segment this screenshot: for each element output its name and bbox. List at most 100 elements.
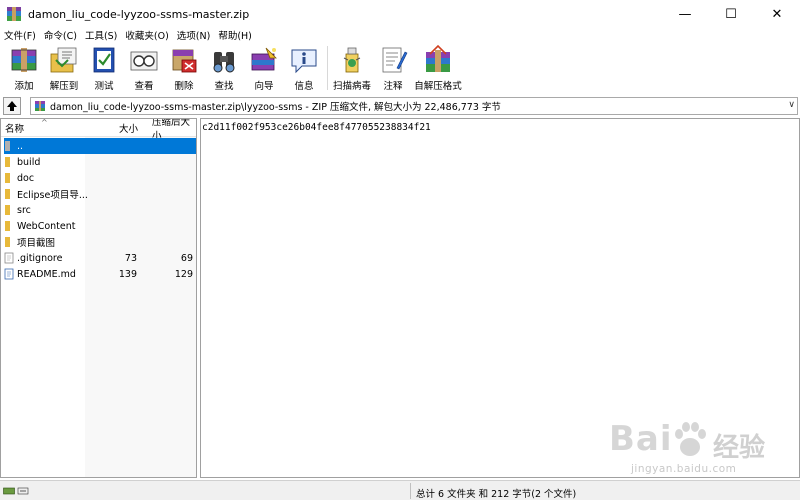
virus-scan-label: 扫描病毒 [332,81,371,92]
row-name-cell: build [4,154,196,170]
folder-icon [5,173,10,183]
list-item-file[interactable]: .gitignore 73 69 [1,250,196,266]
find-button[interactable]: 查找 [204,42,244,94]
comment-icon [382,47,408,73]
row-name-cell: doc [4,170,196,186]
status-summary: 总计 6 文件夹 和 212 字节(2 个文件) [416,489,577,500]
status-bar: 总计 6 文件夹 和 212 字节(2 个文件) [0,480,800,500]
up-arrow-icon [7,101,17,111]
list-item-name: src [17,204,31,216]
delete-label: 删除 [174,81,194,92]
comment-label: 注释 [383,81,403,92]
row-name-cell: README.md [4,266,196,282]
menu-options[interactable]: 选项(N) [173,28,215,42]
folder-icon [5,237,10,247]
add-button[interactable]: 添加 [4,42,44,94]
info-label: 信息 [294,81,314,92]
sfx-label: 自解压格式 [414,81,462,92]
paw-icon [675,422,706,456]
list-item-folder[interactable]: WebContent [1,218,196,234]
virus-scan-icon [343,47,361,73]
list-item-name: Eclipse项目导... [17,190,88,201]
row-name-cell: src [4,202,196,218]
test-icon [93,47,115,73]
folder-icon [5,221,10,231]
file-list: 名称 ^ 大小 压缩后大小 .. build doc Eclipse项目导...… [0,118,197,478]
list-item-name: 项目截图 [17,238,56,249]
column-header-size[interactable]: 大小 [119,121,138,135]
menu-commands[interactable]: 命令(C) [40,28,81,42]
list-item-packed-size: 129 [174,268,193,280]
path-bar: damon_liu_code-lyyzoo-ssms-master.zip\ly… [0,96,800,116]
list-item-folder[interactable]: build [1,154,196,170]
list-item-folder[interactable]: Eclipse项目导... [1,186,196,202]
row-name-cell: .. [4,138,196,154]
comment-pane[interactable]: c2d11f002f953ce26b04fee8f477055238834f21… [200,118,800,478]
delete-button[interactable]: 删除 [164,42,204,94]
row-name-cell: 项目截图 [4,234,196,250]
wizard-label: 向导 [254,81,274,92]
wizard-button[interactable]: 向导 [244,42,284,94]
view-button[interactable]: 查看 [124,42,164,94]
maximize-button[interactable]: ☐ [708,0,754,28]
list-item-folder[interactable]: 项目截图 [1,234,196,250]
menu-file[interactable]: 文件(F) [0,28,40,42]
close-button[interactable]: ✕ [754,0,800,28]
add-archive-icon [11,48,37,72]
folder-icon [5,157,10,167]
menu-bar: 文件(F) 命令(C) 工具(S) 收藏夹(O) 选项(N) 帮助(H) [0,28,800,42]
list-item-folder[interactable]: src [1,202,196,218]
list-item-packed-size: 69 [180,252,193,264]
info-icon [291,49,317,74]
column-header-name[interactable]: 名称 [5,121,24,135]
row-name-cell: .gitignore [4,250,196,266]
list-item-name: WebContent [17,220,76,232]
toolbar-separator [327,46,328,90]
virus-scan-button[interactable]: 扫描病毒 [331,42,373,94]
test-button[interactable]: 测试 [84,42,124,94]
chevron-down-icon[interactable]: ∨ [788,100,795,110]
window-title: damon_liu_code-lyyzoo-ssms-master.zip [28,7,250,21]
window-controls: — ☐ ✕ [662,0,800,28]
archive-comment: c2d11f002f953ce26b04fee8f477055238834f21 [202,122,431,133]
sfx-button[interactable]: 自解压格式 [413,42,463,94]
sfx-icon [426,44,450,72]
menu-tools[interactable]: 工具(S) [81,28,121,42]
toolbar: 添加 解压到 测试 查看 删除 查找 向导 信息 扫描病毒 注释 自解压格式 [0,42,800,94]
add-label: 添加 [14,81,34,92]
menu-help[interactable]: 帮助(H) [214,28,256,42]
extract-to-icon [50,47,77,73]
list-item-size: 73 [124,252,137,264]
comment-button[interactable]: 注释 [373,42,413,94]
info-button[interactable]: 信息 [284,42,324,94]
minimize-button[interactable]: — [662,0,708,28]
drive-icon[interactable] [3,486,15,496]
watermark-url: jingyan.baidu.com [631,463,737,475]
list-item-name: .. [17,140,24,152]
watermark-logo: Bai [609,419,673,459]
watermark: Bai 经验 jingyan.baidu.com [609,419,789,475]
row-name-cell: Eclipse项目导... [4,186,196,202]
winrar-app-icon [7,7,21,21]
folder-icon [5,205,10,215]
wizard-icon [251,47,277,71]
delete-icon [172,49,197,73]
folder-icon [5,189,10,199]
key-icon[interactable] [17,486,29,496]
up-folder-button[interactable] [3,97,21,115]
list-item-name: README.md [17,268,76,280]
menu-favorites[interactable]: 收藏夹(O) [121,28,172,42]
path-field[interactable]: damon_liu_code-lyyzoo-ssms-master.zip\ly… [30,97,798,115]
list-item-parent[interactable]: .. [1,138,196,154]
find-label: 查找 [214,81,234,92]
path-text: damon_liu_code-lyyzoo-ssms-master.zip\ly… [50,102,501,113]
list-header: 名称 ^ 大小 压缩后大小 [1,119,196,142]
find-icon [213,52,235,73]
status-separator [410,483,411,499]
row-name-cell: WebContent [4,218,196,234]
list-item-folder[interactable]: doc [1,170,196,186]
list-item-file[interactable]: README.md 139 129 [1,266,196,282]
file-icon [4,252,14,264]
extract-to-button[interactable]: 解压到 [44,42,84,94]
parent-folder-icon [5,141,10,151]
